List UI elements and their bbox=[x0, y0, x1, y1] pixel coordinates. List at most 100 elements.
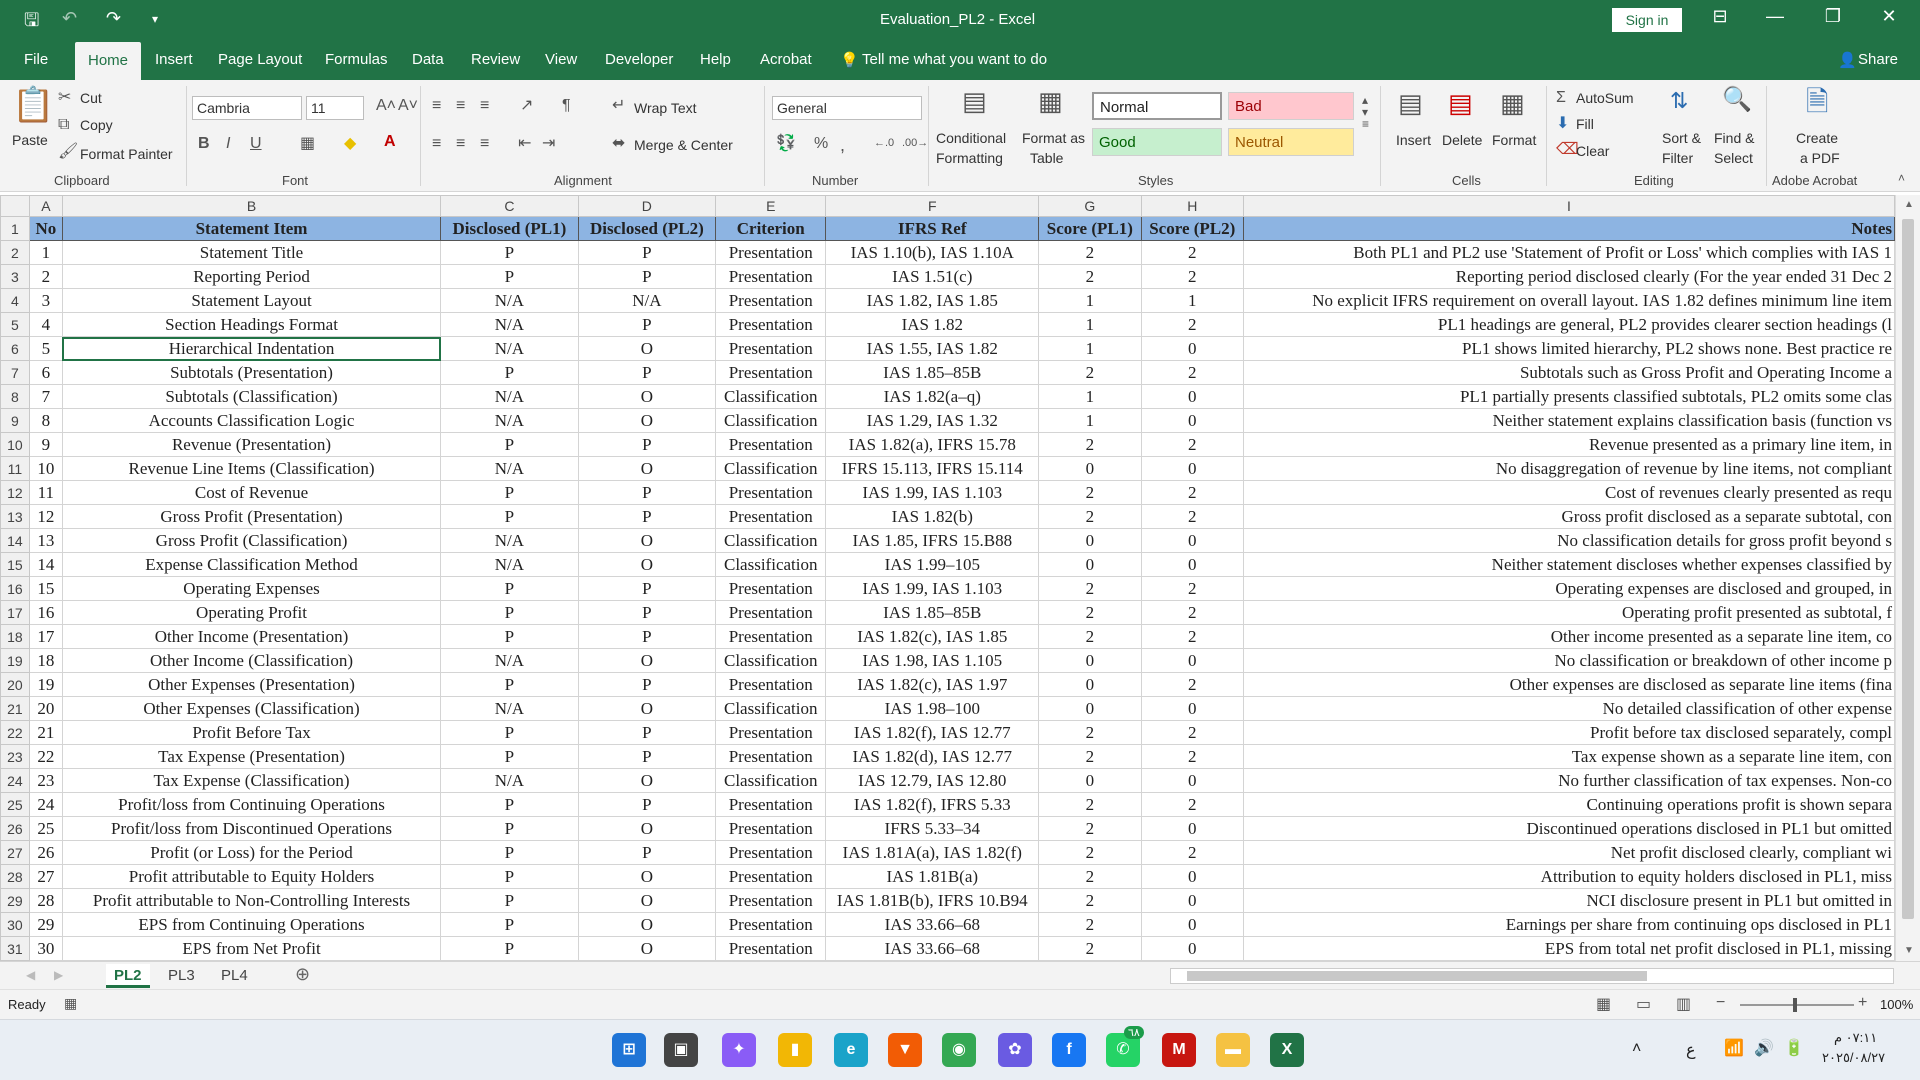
tab-review[interactable]: Review bbox=[471, 51, 520, 68]
cell-disclosed-pl2[interactable]: P bbox=[577, 312, 717, 337]
cell-ifrs-ref[interactable]: IAS 1.29, IAS 1.32 bbox=[825, 408, 1040, 433]
row-header[interactable]: 15 bbox=[0, 552, 30, 577]
italic-icon[interactable]: I bbox=[226, 136, 230, 152]
cell-no[interactable]: 14 bbox=[28, 552, 63, 577]
cell-disclosed-pl2[interactable]: O bbox=[577, 696, 717, 721]
cell-score-pl2[interactable]: 2 bbox=[1140, 312, 1244, 337]
font-name-select[interactable]: Cambria bbox=[192, 96, 302, 120]
cell-disclosed-pl1[interactable]: P bbox=[440, 840, 579, 865]
cell-disclosed-pl1[interactable]: N/A bbox=[440, 384, 579, 409]
row-header[interactable]: 10 bbox=[0, 432, 30, 457]
cell-criterion[interactable]: Presentation bbox=[715, 240, 827, 265]
cell-notes[interactable]: Operating expenses are disclosed and gro… bbox=[1242, 576, 1895, 601]
input-language[interactable]: ع bbox=[1686, 1040, 1696, 1060]
style-bad[interactable]: Bad bbox=[1228, 92, 1354, 120]
cell-disclosed-pl1[interactable]: P bbox=[440, 624, 579, 649]
cell-statement-item[interactable]: Hierarchical Indentation bbox=[61, 336, 442, 361]
cell-score-pl2[interactable]: 2 bbox=[1140, 432, 1244, 457]
cell-disclosed-pl2[interactable]: P bbox=[577, 744, 717, 769]
align-left-icon[interactable]: ≡ bbox=[432, 136, 441, 152]
cell-ifrs-ref[interactable]: IAS 1.82(c), IAS 1.85 bbox=[825, 624, 1040, 649]
font-color-icon[interactable]: A bbox=[384, 134, 396, 150]
cell-score-pl1[interactable]: 1 bbox=[1038, 288, 1142, 313]
cell-no[interactable]: 18 bbox=[28, 648, 63, 673]
cell-no[interactable]: 28 bbox=[28, 888, 63, 913]
cell-notes[interactable]: No disaggregation of revenue by line ite… bbox=[1242, 456, 1895, 481]
cell-notes[interactable]: Cost of revenues clearly presented as re… bbox=[1242, 480, 1895, 505]
cell-disclosed-pl1[interactable]: N/A bbox=[440, 456, 579, 481]
cell-criterion[interactable]: Classification bbox=[715, 552, 827, 577]
cell-criterion[interactable]: Presentation bbox=[715, 936, 827, 961]
cell-disclosed-pl1[interactable]: P bbox=[440, 576, 579, 601]
cell-criterion[interactable]: Presentation bbox=[715, 288, 827, 313]
cell-criterion[interactable]: Presentation bbox=[715, 792, 827, 817]
cell-ifrs-ref[interactable]: IAS 1.98–100 bbox=[825, 696, 1040, 721]
cell-disclosed-pl1[interactable]: P bbox=[440, 600, 579, 625]
cell-no[interactable]: 29 bbox=[28, 912, 63, 937]
cell-score-pl1[interactable]: 1 bbox=[1038, 336, 1142, 361]
cell-score-pl2[interactable]: 0 bbox=[1140, 648, 1244, 673]
style-neutral[interactable]: Neutral bbox=[1228, 128, 1354, 156]
cell-score-pl2[interactable]: 0 bbox=[1140, 528, 1244, 553]
cell-ifrs-ref[interactable]: IAS 1.82(a–q) bbox=[825, 384, 1040, 409]
cell-criterion[interactable]: Presentation bbox=[715, 888, 827, 913]
zoom-level[interactable]: 100% bbox=[1880, 997, 1913, 1012]
cell-notes[interactable]: Subtotals such as Gross Profit and Opera… bbox=[1242, 360, 1895, 385]
add-sheet-icon[interactable]: ⊕ bbox=[295, 964, 310, 985]
cell-disclosed-pl1[interactable]: P bbox=[440, 264, 579, 289]
cell-criterion[interactable]: Presentation bbox=[715, 432, 827, 457]
ribbon-display-icon[interactable]: ⊟ bbox=[1705, 6, 1735, 27]
cell-statement-item[interactable]: EPS from Continuing Operations bbox=[61, 912, 442, 937]
increase-decimal-icon[interactable]: ←.0 bbox=[874, 138, 894, 149]
cell-statement-item[interactable]: Other Expenses (Classification) bbox=[61, 696, 442, 721]
cell-disclosed-pl2[interactable]: O bbox=[577, 864, 717, 889]
comma-icon[interactable]: , bbox=[840, 136, 845, 154]
cell-statement-item[interactable]: Profit attributable to Equity Holders bbox=[61, 864, 442, 889]
zoom-out-icon[interactable]: − bbox=[1716, 994, 1725, 1012]
underline-icon[interactable]: U bbox=[250, 136, 262, 152]
cell-notes[interactable]: Earnings per share from continuing ops d… bbox=[1242, 912, 1895, 937]
cell-score-pl2[interactable]: 0 bbox=[1140, 456, 1244, 481]
page-layout-view-icon[interactable]: ▭ bbox=[1636, 994, 1651, 1014]
horizontal-scroll-thumb[interactable] bbox=[1187, 971, 1647, 981]
cell-notes[interactable]: Neither statement explains classificatio… bbox=[1242, 408, 1895, 433]
row-header[interactable]: 24 bbox=[0, 768, 30, 793]
cell-notes[interactable]: No classification details for gross prof… bbox=[1242, 528, 1895, 553]
cell-score-pl1[interactable]: 0 bbox=[1038, 768, 1142, 793]
cell-ifrs-ref[interactable]: IAS 1.81B(a) bbox=[825, 864, 1040, 889]
row-header[interactable]: 27 bbox=[0, 840, 30, 865]
cell-disclosed-pl1[interactable]: P bbox=[440, 936, 579, 961]
cell-disclosed-pl1[interactable]: P bbox=[440, 792, 579, 817]
cell-no[interactable]: 20 bbox=[28, 696, 63, 721]
cell-disclosed-pl1[interactable]: N/A bbox=[440, 552, 579, 577]
top-align-icon[interactable]: ≡ bbox=[432, 98, 441, 114]
cell-statement-item[interactable]: Other Income (Classification) bbox=[61, 648, 442, 673]
cell-ifrs-ref[interactable]: IAS 1.99, IAS 1.103 bbox=[825, 480, 1040, 505]
cell-criterion[interactable]: Presentation bbox=[715, 480, 827, 505]
cell-score-pl2[interactable]: 0 bbox=[1140, 384, 1244, 409]
header-cell[interactable]: Score (PL2) bbox=[1140, 216, 1244, 241]
tab-acrobat[interactable]: Acrobat bbox=[760, 51, 812, 68]
cell-score-pl2[interactable]: 0 bbox=[1140, 912, 1244, 937]
cell-notes[interactable]: Net profit disclosed clearly, compliant … bbox=[1242, 840, 1895, 865]
collapse-ribbon-icon[interactable]: ˄ bbox=[1898, 172, 1905, 184]
cell-ifrs-ref[interactable]: IFRS 15.113, IFRS 15.114 bbox=[825, 456, 1040, 481]
cell-criterion[interactable]: Presentation bbox=[715, 720, 827, 745]
save-icon[interactable]: 🖫 bbox=[24, 8, 39, 38]
sort-filter-label-2[interactable]: Filter bbox=[1662, 150, 1693, 166]
cell-score-pl2[interactable]: 0 bbox=[1140, 336, 1244, 361]
format-cells-button[interactable]: Format bbox=[1492, 132, 1536, 148]
cell-score-pl1[interactable]: 2 bbox=[1038, 864, 1142, 889]
cell-disclosed-pl2[interactable]: P bbox=[577, 240, 717, 265]
cell-no[interactable]: 7 bbox=[28, 384, 63, 409]
cell-disclosed-pl2[interactable]: P bbox=[577, 480, 717, 505]
cell-criterion[interactable]: Presentation bbox=[715, 912, 827, 937]
cell-disclosed-pl1[interactable]: P bbox=[440, 816, 579, 841]
cell-score-pl1[interactable]: 2 bbox=[1038, 432, 1142, 457]
cell-ifrs-ref[interactable]: IAS 1.10(b), IAS 1.10A bbox=[825, 240, 1040, 265]
decrease-indent-icon[interactable]: ⇤ bbox=[518, 136, 531, 152]
cell-criterion[interactable]: Classification bbox=[715, 384, 827, 409]
cell-ifrs-ref[interactable]: IAS 1.82, IAS 1.85 bbox=[825, 288, 1040, 313]
create-pdf-label-1[interactable]: Create bbox=[1796, 130, 1838, 146]
cell-statement-item[interactable]: Gross Profit (Classification) bbox=[61, 528, 442, 553]
